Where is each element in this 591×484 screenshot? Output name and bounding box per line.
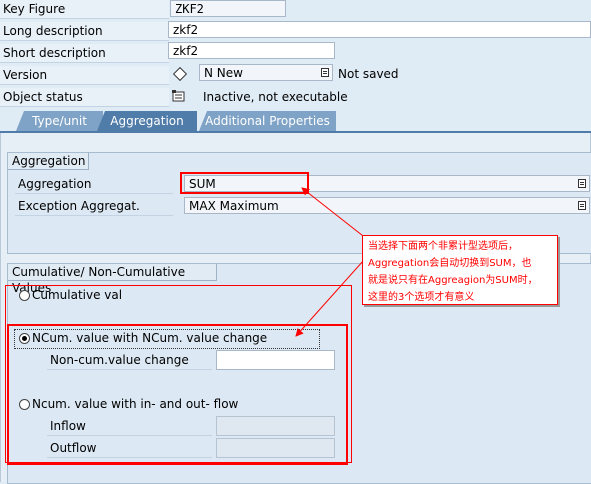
annotation-note: 当选择下面两个非累计型选项后， Aggregation会自动切换到SUM，也 就…	[362, 235, 558, 305]
annotation-line-4: 这里的3个选项才有意义	[368, 292, 475, 303]
annotation-line-1: 当选择下面两个非累计型选项后，	[368, 241, 518, 252]
annotation-line-3: 就是说只有在Aggreagion为SUM时，	[368, 275, 538, 286]
annotation-line-2: Aggregation会自动切换到SUM，也	[368, 258, 532, 269]
